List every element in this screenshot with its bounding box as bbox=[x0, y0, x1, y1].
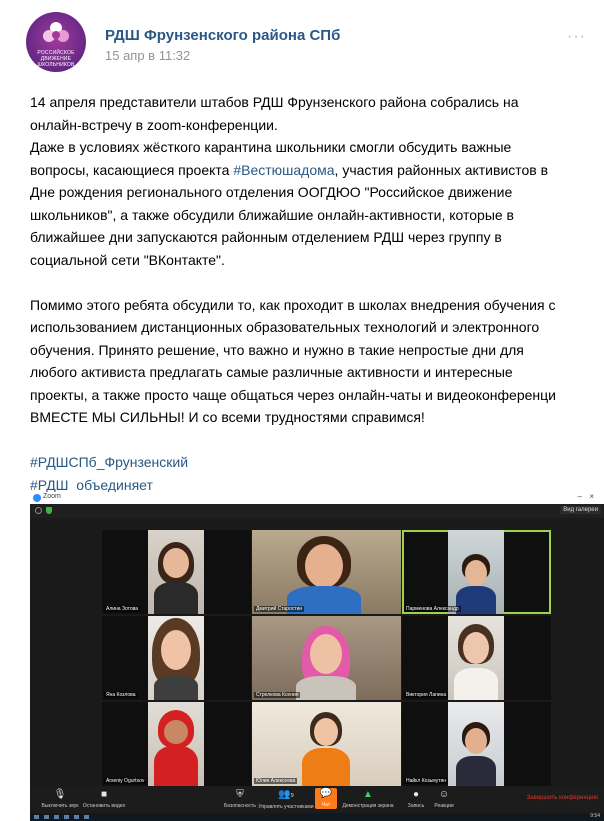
post-line: школьников", а также обсудили ближайшие … bbox=[30, 206, 514, 223]
taskbar-app-icon[interactable] bbox=[74, 815, 79, 819]
reactions-label: Реакции bbox=[434, 803, 454, 809]
zoom-titlebar: Zoom – × bbox=[30, 492, 604, 504]
video-feed bbox=[148, 702, 204, 786]
participant-tile[interactable]: Юлия Алексеева bbox=[252, 702, 401, 786]
post-line: онлайн-встречу в zoom-конференции. bbox=[30, 116, 278, 133]
post-line: ближайшее дни запускаются районным отдел… bbox=[30, 229, 502, 245]
participants-count: 9 bbox=[290, 793, 294, 799]
post-line: ВМЕСТЕ МЫ СИЛЬНЫ! И со всеми трудностями… bbox=[30, 409, 425, 425]
participant-tile[interactable]: Arseniy Ogurtsov bbox=[102, 702, 251, 786]
participant-name: Arseniy Ogurtsov bbox=[104, 778, 147, 784]
inline-hashtag-link[interactable]: #Вестюшадома bbox=[233, 162, 334, 178]
video-feed bbox=[252, 530, 401, 614]
rdsh-logo-icon bbox=[43, 22, 69, 42]
zoom-toolbar: 🎙 Выключить звук ■ Остановить видео ⛨ Бе… bbox=[30, 786, 604, 813]
minimize-icon[interactable]: – bbox=[578, 492, 582, 501]
manage-participants-button[interactable]: 👥9 Управлять участниками bbox=[256, 789, 316, 810]
participant-tile-active-speaker[interactable]: Парменова Александр bbox=[402, 530, 551, 614]
chat-button[interactable]: 💬 Чат bbox=[315, 788, 337, 809]
participant-tile[interactable]: Яна Козлова bbox=[102, 616, 251, 700]
video-feed bbox=[448, 616, 504, 700]
taskbar-clock: 9:54 bbox=[590, 813, 600, 819]
post-line: проекты, а также просто чаще общаться че… bbox=[30, 386, 556, 403]
post-line: 14 апреля представители штабов РДШ Фрунз… bbox=[30, 94, 519, 110]
post-line: обучения. Принято решение, что важно и н… bbox=[30, 341, 524, 358]
post-line: использованием дистанционных образовател… bbox=[30, 319, 540, 335]
participant-name: Алина Зотова bbox=[104, 606, 141, 612]
start-icon[interactable] bbox=[34, 815, 39, 819]
taskbar-app-icon[interactable] bbox=[44, 815, 49, 819]
participant-tile[interactable]: Стрелкова Ксения bbox=[252, 616, 401, 700]
post-line-part: вопросы, касающиеся проекта bbox=[30, 161, 234, 178]
taskbar-app-icon[interactable] bbox=[84, 815, 89, 819]
post-line: любого активиста предлагать самые различ… bbox=[30, 364, 513, 380]
video-feed bbox=[148, 616, 204, 700]
chat-label: Чат bbox=[321, 802, 331, 808]
participants-label: Управлять участниками bbox=[258, 804, 314, 810]
post-author-link[interactable]: РДШ Фрунзенского района СПб bbox=[105, 27, 340, 44]
taskbar-app-icon[interactable] bbox=[64, 815, 69, 819]
video-feed bbox=[252, 616, 401, 700]
close-window-icon[interactable]: × bbox=[589, 492, 594, 501]
video-feed bbox=[148, 530, 204, 614]
post-line: Помимо этого ребята обсудили то, как про… bbox=[30, 296, 556, 313]
zoom-logo-icon bbox=[33, 494, 41, 502]
more-options-button[interactable]: ··· bbox=[567, 28, 586, 46]
chat-bubble-icon: 💬 bbox=[319, 788, 333, 799]
community-avatar[interactable]: РОССИЙСКОЕ ДВИЖЕНИЕ ШКОЛЬНИКОВ bbox=[26, 12, 86, 72]
video-feed bbox=[252, 702, 401, 786]
participant-name: Виктория Лапина bbox=[404, 692, 449, 698]
avatar-logo-text: РОССИЙСКОЕ ДВИЖЕНИЕ ШКОЛЬНИКОВ bbox=[37, 50, 75, 68]
mute-label: Выключить звук bbox=[41, 803, 79, 809]
post-line: вопросы, касающиеся проекта #Вестюшадома… bbox=[30, 159, 602, 182]
post-date[interactable]: 15 апр в 11:32 bbox=[105, 48, 190, 63]
hashtag-link[interactable]: #РДШСПб_Фрунзенский bbox=[30, 451, 602, 474]
post-text: 14 апреля представители штабов РДШ Фрунз… bbox=[30, 91, 602, 496]
participant-name: Дмитрий Старостин bbox=[254, 606, 305, 612]
participant-name: Яна Козлова bbox=[104, 692, 138, 698]
zoom-screenshot[interactable]: Zoom – × Вид галереи Алина Зотова Дмитри… bbox=[30, 492, 604, 821]
security-label: Безопасность bbox=[224, 803, 256, 809]
participant-name: Юлия Алексеева bbox=[254, 778, 298, 784]
zoom-topbar: Вид галереи bbox=[30, 504, 604, 518]
post-line: Даже в условиях жёсткого карантина школь… bbox=[30, 139, 512, 155]
participant-name: Парменова Александр bbox=[404, 606, 461, 612]
stop-video-button[interactable]: ■ Остановить видео bbox=[74, 789, 134, 809]
participants-icon: 👥9 bbox=[278, 789, 294, 800]
meeting-info-icon[interactable] bbox=[35, 507, 42, 514]
participant-tile[interactable]: Дмитрий Старостин bbox=[252, 530, 401, 614]
participant-tile[interactable]: Найкл Козьмутян bbox=[402, 702, 551, 786]
post-line: социальной сети "ВКонтакте". bbox=[30, 251, 225, 268]
reactions-button[interactable]: ☺ Реакции bbox=[414, 789, 474, 809]
video-feed bbox=[448, 530, 504, 614]
gallery-view-button[interactable]: Вид галереи bbox=[560, 506, 601, 514]
video-camera-icon: ■ bbox=[100, 789, 108, 800]
windows-taskbar: 9:54 bbox=[30, 813, 604, 821]
end-meeting-button[interactable]: Завершить конференцию bbox=[527, 795, 598, 801]
post-line-part: , участия районных активистов в bbox=[334, 161, 549, 178]
participant-name: Стрелкова Ксения bbox=[254, 692, 301, 698]
video-label: Остановить видео bbox=[82, 803, 126, 809]
zoom-window-title: Zoom bbox=[43, 493, 61, 500]
participant-tile[interactable]: Виктория Лапина bbox=[402, 616, 551, 700]
participant-name: Найкл Козьмутян bbox=[404, 778, 449, 784]
post-line: Дне рождения регионального отделения ОOГ… bbox=[30, 184, 513, 200]
taskbar-app-icon[interactable] bbox=[54, 815, 59, 819]
encryption-shield-icon bbox=[46, 507, 52, 514]
post-header: РОССИЙСКОЕ ДВИЖЕНИЕ ШКОЛЬНИКОВ РДШ Фрунз… bbox=[26, 12, 586, 76]
video-feed bbox=[448, 702, 504, 786]
participant-tile[interactable]: Алина Зотова bbox=[102, 530, 251, 614]
reactions-icon: ☺ bbox=[438, 789, 450, 800]
